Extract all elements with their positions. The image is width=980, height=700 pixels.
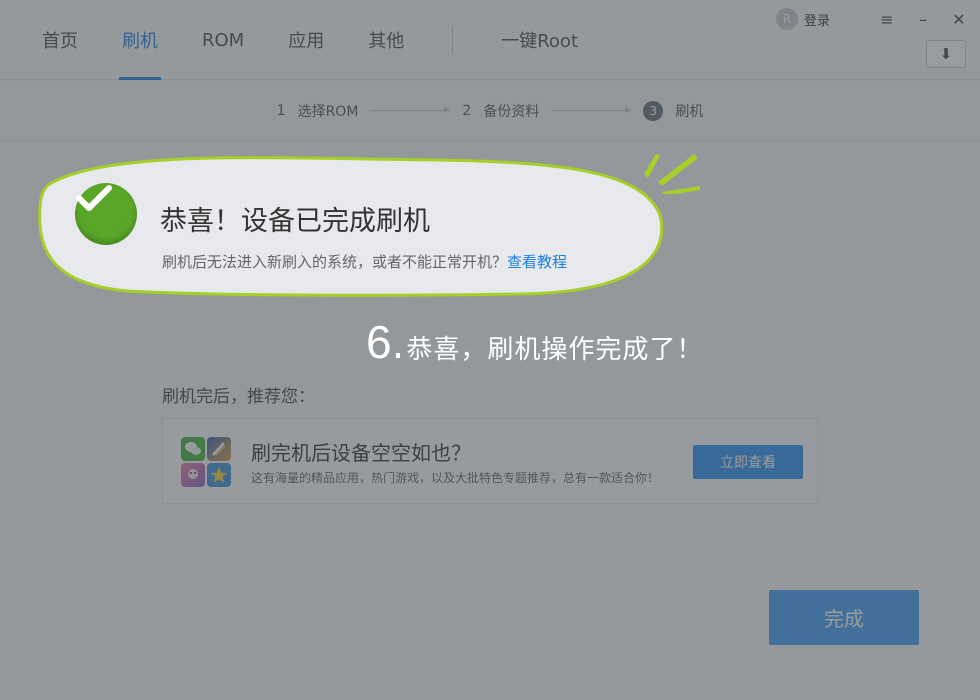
- main-nav: 首页 刷机 ROM 应用 其他 一键Root: [20, 0, 600, 80]
- done-button[interactable]: 完成: [769, 590, 919, 645]
- step-label: 刷机: [675, 103, 704, 120]
- sparkle-icon: [644, 154, 700, 194]
- step-backup: 2 备份资料: [462, 101, 539, 121]
- recommend-card: 刷完机后设备空空如也？ 这有海量的精品应用，热门游戏，以及大批特色专题推荐，总有…: [162, 418, 818, 504]
- game-icon: [207, 437, 231, 461]
- step-number: 1: [276, 102, 286, 119]
- game-character-icon: [181, 463, 205, 487]
- download-icon: ⬇: [939, 45, 953, 63]
- caption-step-number: 6: [366, 316, 392, 368]
- caption-dot: .: [391, 322, 405, 368]
- close-icon[interactable]: ✕: [946, 6, 972, 32]
- success-message: 刷机后无法进入新刷入的系统，或者不能正常开机？查看教程: [162, 253, 568, 271]
- success-title: 恭喜！设备已完成刷机: [160, 206, 430, 237]
- recommend-headline: 刷完机后设备空空如也？: [251, 441, 471, 465]
- step-arrow-icon: [370, 107, 451, 113]
- window-controls: R 登录 ≡ – ✕: [775, 6, 972, 32]
- wechat-icon: [181, 437, 205, 461]
- nav-tab-flash[interactable]: 刷机: [100, 0, 180, 80]
- step-arrow-icon: [551, 107, 632, 113]
- step-number: 2: [462, 102, 472, 119]
- avatar-icon: R: [775, 8, 798, 30]
- step-label: 备份资料: [483, 103, 540, 120]
- caption-text: 恭喜，刷机操作完成了！: [406, 335, 704, 365]
- tutorial-step-caption: 6 . 恭喜，刷机操作完成了！: [366, 315, 703, 369]
- step-number-current: 3: [643, 100, 664, 121]
- success-bubble: 恭喜！设备已完成刷机 刷机后无法进入新刷入的系统，或者不能正常开机？查看教程: [38, 155, 668, 297]
- menu-icon[interactable]: ≡: [874, 6, 900, 32]
- login-button[interactable]: R 登录: [775, 8, 830, 30]
- nav-tab-apps[interactable]: 应用: [266, 0, 346, 80]
- nav-tab-rom[interactable]: ROM: [180, 0, 266, 80]
- minimize-icon[interactable]: –: [910, 6, 936, 32]
- view-tutorial-link[interactable]: 查看教程: [507, 253, 567, 271]
- view-now-button[interactable]: 立即查看: [693, 445, 803, 479]
- step-flash: 3 刷机: [643, 100, 704, 121]
- nav-divider: [452, 26, 454, 54]
- login-label: 登录: [803, 13, 830, 29]
- nav-tab-root[interactable]: 一键Root: [479, 0, 600, 80]
- progress-steps: 1 选择ROM 2 备份资料 3 刷机: [0, 81, 980, 141]
- step-select-rom: 1 选择ROM: [277, 101, 359, 121]
- app-icon-grid: [181, 437, 231, 487]
- star-icon: [207, 463, 231, 487]
- step-label: 选择ROM: [297, 103, 359, 120]
- recommend-subtext: 这有海量的精品应用，热门游戏，以及大批特色专题推荐，总有一款适合你！: [251, 471, 660, 485]
- success-check-icon: [75, 183, 137, 245]
- nav-tab-home[interactable]: 首页: [20, 0, 100, 80]
- download-manager-button[interactable]: ⬇: [926, 40, 966, 68]
- recommend-title: 刷机完后，推荐您：: [162, 387, 315, 407]
- nav-tab-other[interactable]: 其他: [346, 0, 426, 80]
- top-bar: 首页 刷机 ROM 应用 其他 一键Root R 登录 ≡ – ✕ ⬇: [0, 0, 980, 80]
